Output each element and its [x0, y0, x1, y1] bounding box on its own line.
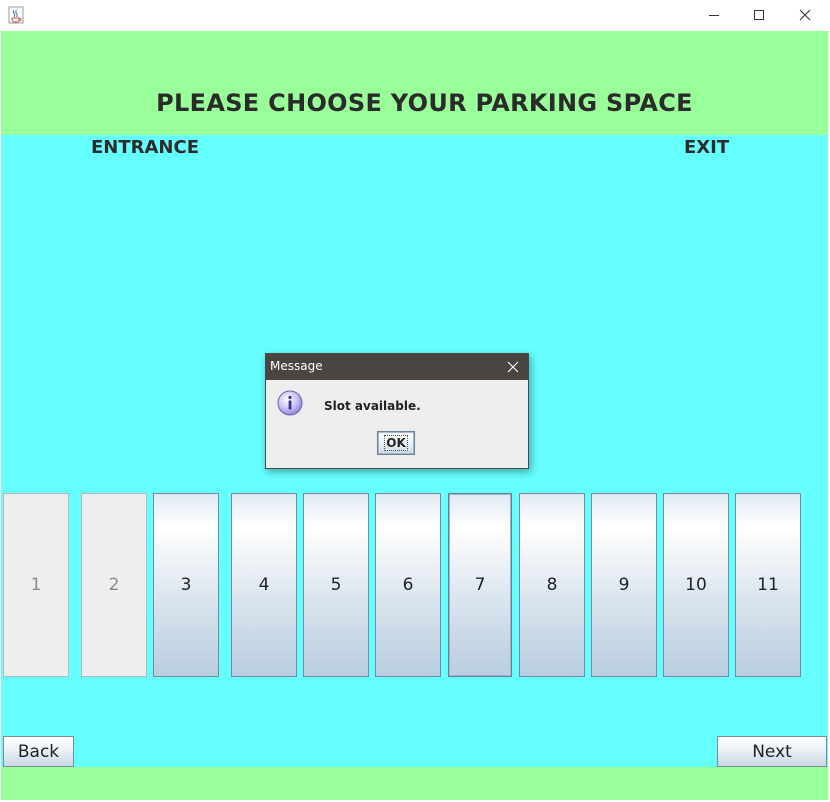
slot-button-2: 2 [81, 493, 147, 677]
dialog-title: Message [270, 359, 323, 373]
footer-band [1, 767, 828, 800]
window-titlebar [0, 0, 830, 32]
slot-button-5[interactable]: 5 [303, 493, 369, 677]
slot-button-6[interactable]: 6 [375, 493, 441, 677]
slot-button-3[interactable]: 3 [153, 493, 219, 677]
slot-button-10[interactable]: 10 [663, 493, 729, 677]
ok-button-label: OK [384, 435, 408, 451]
slot-button-4[interactable]: 4 [231, 493, 297, 677]
slot-button-11[interactable]: 11 [735, 493, 801, 677]
maximize-button[interactable] [736, 0, 782, 31]
page-title: PLEASE CHOOSE YOUR PARKING SPACE [156, 89, 693, 117]
dialog-titlebar[interactable]: Message [266, 354, 528, 380]
slot-button-1: 1 [3, 493, 69, 677]
message-dialog: Message Slot available. OK [265, 353, 529, 469]
window-close-button[interactable] [782, 0, 828, 31]
maximize-icon [753, 6, 765, 25]
slot-button-9[interactable]: 9 [591, 493, 657, 677]
minimize-icon [708, 6, 720, 25]
exit-label: EXIT [684, 137, 730, 158]
ok-button[interactable]: OK [377, 431, 415, 455]
java-coffee-cup-icon [8, 6, 24, 24]
slot-button-7[interactable]: 7 [448, 493, 512, 677]
next-button[interactable]: Next [717, 736, 827, 767]
dialog-close-button[interactable] [504, 358, 522, 376]
close-icon [507, 361, 519, 373]
close-icon [799, 6, 811, 25]
header-band: PLEASE CHOOSE YOUR PARKING SPACE [1, 31, 828, 135]
info-icon [277, 390, 303, 416]
slot-button-8[interactable]: 8 [519, 493, 585, 677]
minimize-button[interactable] [691, 0, 737, 31]
dialog-message: Slot available. [324, 399, 421, 413]
entrance-label: ENTRANCE [91, 137, 199, 158]
back-button[interactable]: Back [3, 736, 74, 767]
